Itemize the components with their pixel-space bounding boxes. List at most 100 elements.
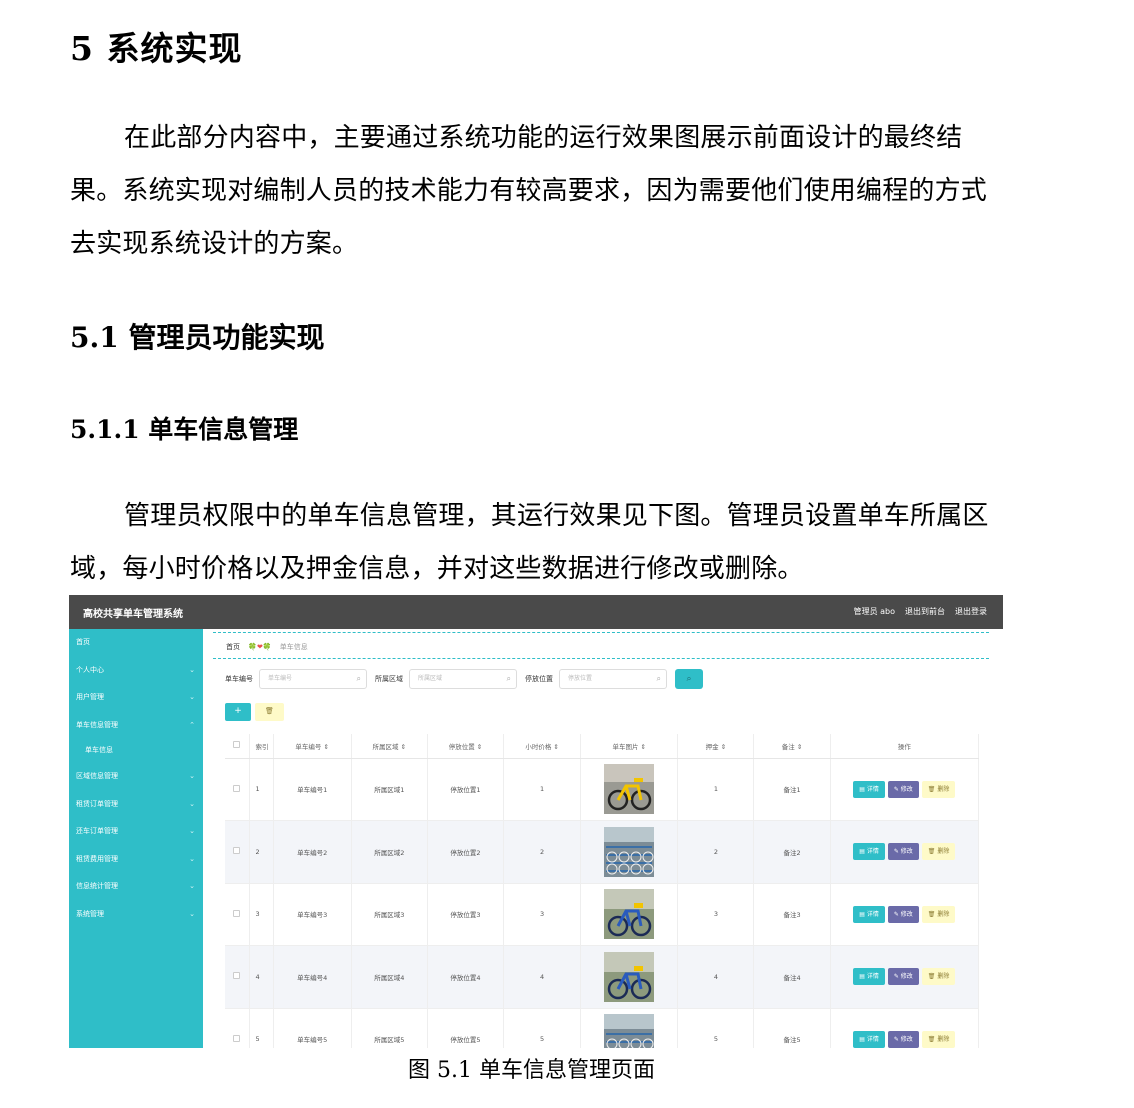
sidebar-subitem-bike-info[interactable]: 单车信息 [69,739,203,763]
row-checkbox-cell[interactable] [225,883,250,946]
col-photo[interactable]: 单车图片 ⇕ [580,734,679,759]
checkbox[interactable] [233,909,241,917]
sidebar-item-home[interactable]: 首页 [69,629,203,657]
row-photo [580,945,679,1009]
row-photo [580,883,679,946]
delete-button[interactable]: 🗑 删除 [921,843,956,861]
bike-no-label: 单车编号 [225,675,253,683]
edit-button[interactable]: ✎ 修改 [887,905,919,923]
row-index: 1 [249,758,274,821]
checkbox[interactable] [233,784,241,792]
row-note: 备注2 [753,820,831,884]
park-placeholder: 停放位置 [568,675,593,682]
row-deposit: 3 [677,883,755,946]
sidebar-item-fees[interactable]: 租赁费用管理 ⌄ [69,846,203,874]
delete-button[interactable]: 🗑 删除 [921,780,956,798]
row-actions: ▤ 详情 ✎ 修改 🗑 删除 [830,945,980,1009]
select-all-checkbox-cell[interactable] [225,734,250,759]
row-note: 备注5 [753,1008,831,1048]
checkbox[interactable] [233,741,241,749]
row-checkbox-cell[interactable] [225,945,250,1009]
col-note[interactable]: 备注 ⇕ [753,734,831,759]
top-links: 管理员 abo 退出到前台 退出登录 [854,606,987,617]
detail-button[interactable]: ▤ 详情 [853,905,885,923]
sidebar-item-bikes[interactable]: 单车信息管理 ⌃ [69,712,203,740]
delete-button[interactable]: 🗑 删除 [921,905,956,923]
row-checkbox-cell[interactable] [225,820,250,884]
add-button[interactable]: + [225,703,251,721]
chevron-down-icon: ⌄ [189,854,195,863]
edit-button[interactable]: ✎ 修改 [887,780,919,798]
row-deposit: 1 [677,758,755,821]
sidebar-item-areas[interactable]: 区域信息管理 ⌄ [69,763,203,791]
row-area: 所属区域3 [351,883,428,946]
row-index: 4 [249,945,274,1009]
row-index: 2 [249,820,274,884]
sidebar-item-label: 首页 [76,638,90,646]
col-area[interactable]: 所属区域 ⇕ [351,734,428,759]
checkbox[interactable] [233,972,241,980]
detail-button[interactable]: ▤ 详情 [853,968,885,986]
edit-button[interactable]: ✎ 修改 [887,968,919,986]
sidebar-item-users[interactable]: 用户管理 ⌄ [69,684,203,712]
detail-button[interactable]: ▤ 详情 [853,1030,885,1048]
intro-paragraph: 在此部分内容中，主要通过系统功能的运行效果图展示前面设计的最终结果。系统实现对编… [70,123,988,259]
bike-table: 索引 单车编号 ⇕ 所属区域 ⇕ 停放位置 ⇕ 小时价格 ⇕ 单车图片 ⇕ 押金… [225,734,980,1048]
bike-no-input[interactable]: 单车编号 ⌕ [259,669,367,689]
col-park[interactable]: 停放位置 ⇕ [427,734,505,759]
row-price: 5 [503,1008,582,1048]
edit-button[interactable]: ✎ 修改 [887,1030,919,1048]
search-icon: ⌕ [356,674,361,683]
chevron-down-icon: ⌄ [189,799,195,808]
delete-button[interactable]: 🗑 删除 [921,968,956,986]
row-deposit: 4 [677,945,755,1009]
row-checkbox-cell[interactable] [225,1008,250,1048]
breadcrumb-home[interactable]: 首页 [226,643,240,651]
row-bike-no: 单车编号2 [273,820,352,884]
detail-button[interactable]: ▤ 详情 [853,843,885,861]
breadcrumb: 首页 🍀❤🍀 单车信息 [213,632,989,659]
row-checkbox-cell[interactable] [225,758,250,821]
col-bike-no[interactable]: 单车编号 ⇕ [273,734,352,759]
row-index: 3 [249,883,274,946]
sidebar-item-return-orders[interactable]: 还车订单管理 ⌄ [69,818,203,846]
detail-button[interactable]: ▤ 详情 [853,780,885,798]
table-row: 1 单车编号1 所属区域1 停放位置1 1 1 备注1 ▤ 详情 ✎ 修改 🗑 删除 [225,758,980,821]
sidebar-item-label: 租赁订单管理 [76,799,118,808]
area-label: 所属区域 [375,675,403,683]
bike-photo [604,889,655,940]
edit-button[interactable]: ✎ 修改 [887,843,919,861]
area-input[interactable]: 所属区域 ⌕ [409,669,517,689]
park-input[interactable]: 停放位置 ⌕ [559,669,667,689]
col-price[interactable]: 小时价格 ⇕ [503,734,582,759]
chevron-down-icon: ⌄ [189,882,195,890]
area-placeholder: 所属区域 [418,675,443,682]
col-deposit[interactable]: 押金 ⇕ [677,734,755,759]
section-paragraph: 管理员权限中的单车信息管理，其运行效果见下图。管理员设置单车所属区域，每小时价格… [70,501,989,584]
delete-button[interactable]: 🗑 删除 [921,1030,956,1048]
batch-delete-button[interactable]: 🗑 [255,703,284,721]
sidebar-item-label: 个人中心 [76,665,104,674]
park-label: 停放位置 [525,675,553,683]
search-button[interactable]: ⌕ [675,669,703,689]
logout-link[interactable]: 退出登录 [955,606,987,617]
sidebar-item-rental-orders[interactable]: 租赁订单管理 ⌄ [69,791,203,819]
sidebar-item-system[interactable]: 系统管理 ⌄ [69,901,203,929]
row-actions: ▤ 详情 ✎ 修改 🗑 删除 [830,883,980,946]
row-note: 备注1 [753,758,831,821]
row-photo [580,758,679,821]
row-note: 备注3 [753,883,831,946]
checkbox[interactable] [233,1034,241,1042]
checkbox[interactable] [233,847,241,855]
back-to-front-link[interactable]: 退出到前台 [905,606,945,617]
row-park: 停放位置1 [427,758,505,821]
chevron-down-icon: ⌄ [189,827,195,835]
sidebar-item-label: 租赁费用管理 [76,854,118,863]
breadcrumb-deco: 🍀❤🍀 [248,643,272,651]
row-park: 停放位置2 [427,820,505,884]
row-area: 所属区域4 [351,945,428,1009]
sidebar-item-stats[interactable]: 信息统计管理 ⌄ [69,873,203,901]
sidebar-item-profile[interactable]: 个人中心 ⌄ [69,657,203,685]
row-park: 停放位置5 [427,1008,505,1048]
row-price: 1 [503,758,582,821]
